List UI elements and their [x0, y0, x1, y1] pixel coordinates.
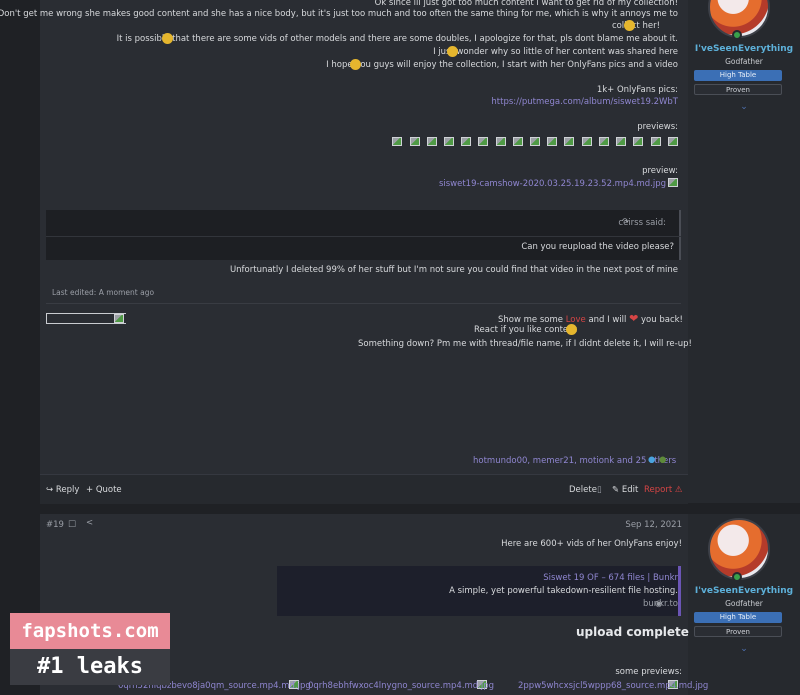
- like-reaction-icon: ●: [648, 455, 656, 465]
- reply-button[interactable]: ↪ Reply: [46, 485, 79, 495]
- preview-thumbnail-image[interactable]: [616, 137, 626, 146]
- user-badge-high-table: High Table: [694, 70, 782, 81]
- reaction-list[interactable]: hotmundo00, memer21, motionk and 25 othe…: [473, 456, 676, 466]
- watermark-tagline: #1 leaks: [10, 649, 170, 685]
- preview-label: preview:: [642, 166, 678, 176]
- watermark-logo: fapshots.com: [10, 613, 170, 649]
- preview-file-link[interactable]: 2ppw5whcxsjcl5wppp68_source.mp4.md.jpg: [518, 681, 708, 691]
- trash-icon: ▯: [597, 485, 602, 495]
- reply-label: Reply: [55, 485, 80, 495]
- post-text-line: Don't get me wrong she makes good conten…: [0, 9, 678, 19]
- user-badge-high-table: High Table: [694, 612, 782, 623]
- emoji-icon: [566, 324, 577, 335]
- reply-text: Unfortunatly I deleted 99% of her stuff …: [229, 265, 678, 275]
- preview-thumbnail-image[interactable]: [496, 137, 506, 146]
- emoji-icon: [447, 46, 458, 57]
- preview-thumbnail-image[interactable]: [599, 137, 609, 146]
- edit-label: Edit: [621, 485, 639, 495]
- preview-thumbnail-image[interactable]: [633, 137, 643, 146]
- emoji-icon: [624, 20, 635, 31]
- preview-thumbnail-image[interactable]: [392, 137, 402, 146]
- preview-thumbnail-image[interactable]: [478, 137, 488, 146]
- reaction-icon: ●: [659, 455, 667, 465]
- preview-thumbnail-image[interactable]: [410, 137, 420, 146]
- user-title: Godfather: [725, 599, 763, 608]
- report-button[interactable]: Report ⚠: [644, 485, 683, 495]
- post-text-line: I just wonder why so little of her conte…: [433, 47, 678, 57]
- preview-thumbnail-image[interactable]: [547, 137, 557, 146]
- quote-block: [46, 210, 681, 260]
- post-text-line: Ok since ill just got too much content i…: [374, 0, 678, 8]
- embed-description: A simple, yet powerful takedown-resilien…: [449, 586, 678, 596]
- post-number[interactable]: #19: [46, 520, 64, 530]
- heart-icon: ❤: [629, 312, 639, 325]
- bookmark-icon[interactable]: □: [68, 519, 76, 529]
- quote-text: Can you reupload the video please?: [521, 242, 674, 252]
- post-text-line: It is possible that there are some vids …: [116, 34, 678, 44]
- emoji-icon: [162, 33, 173, 44]
- preview-thumbnail-image[interactable]: [530, 137, 540, 146]
- share-icon[interactable]: <: [86, 518, 93, 528]
- preview-thumbnail-image[interactable]: [582, 137, 592, 146]
- image-icon: [668, 178, 678, 187]
- quote-divider: [46, 236, 681, 237]
- signature-text: Show me some: [498, 315, 566, 325]
- chevron-down-icon[interactable]: ⌄: [688, 644, 800, 654]
- post-text-line: collect her!: [611, 21, 660, 31]
- username[interactable]: I'veSeenEverything: [688, 586, 800, 596]
- preview-thumbnail-image[interactable]: [444, 137, 454, 146]
- preview-thumbnail-image[interactable]: [513, 137, 523, 146]
- reply-icon: ↪: [46, 485, 56, 495]
- signature-text: and I will: [585, 315, 630, 325]
- image-icon: [114, 314, 124, 323]
- pics-label: 1k+ OnlyFans pics:: [596, 85, 678, 95]
- section-heading: upload complete: [576, 625, 689, 639]
- signature-line-3: Something down? Pm me with thread/file n…: [358, 339, 692, 349]
- preview-thumbnail-image[interactable]: [651, 137, 661, 146]
- embed-title[interactable]: Siswet 19 OF – 674 files | Bunkr: [543, 573, 678, 583]
- online-status-icon: [732, 30, 742, 40]
- some-previews-label: some previews:: [615, 667, 682, 677]
- previews-label: previews:: [637, 122, 678, 132]
- signature-line-1: Show me some Love and I will ❤ you back!: [498, 312, 683, 325]
- post-intro: Here are 600+ vids of her OnlyFans enjoy…: [501, 539, 682, 549]
- report-label: Report: [644, 485, 673, 495]
- user-badge-proven: Proven: [694, 84, 782, 95]
- preview-thumbnail-image[interactable]: [668, 137, 678, 146]
- signature-divider: [46, 303, 681, 304]
- user-badge-proven: Proven: [694, 626, 782, 637]
- preview-file-link[interactable]: siswet19-camshow-2020.03.25.19.23.52.mp4…: [439, 179, 666, 189]
- preview-thumbnail-image[interactable]: [461, 137, 471, 146]
- arrow-up-icon[interactable]: ↷: [622, 217, 629, 227]
- site-favicon-icon: ◉: [655, 599, 663, 609]
- user-sidebar: I'veSeenEverything Godfather High Table …: [688, 0, 800, 503]
- post-date[interactable]: Sep 12, 2021: [625, 520, 682, 530]
- username[interactable]: I'veSeenEverything: [688, 44, 800, 54]
- preview-thumbnail-image[interactable]: [564, 137, 574, 146]
- chevron-down-icon[interactable]: ⌄: [688, 102, 800, 112]
- user-title: Godfather: [725, 57, 763, 66]
- signature-line-2: React if you like content: [474, 325, 577, 335]
- report-icon: ⚠: [672, 485, 683, 495]
- online-status-icon: [732, 572, 742, 582]
- avatar[interactable]: [708, 518, 770, 580]
- pics-link[interactable]: https://putmega.com/album/siswet19.2WbT: [491, 97, 678, 107]
- last-edited: Last edited: A moment ago: [52, 288, 155, 297]
- delete-button[interactable]: Delete: [569, 485, 597, 495]
- edit-button[interactable]: ✎ Edit: [612, 485, 638, 495]
- emoji-icon: [350, 59, 361, 70]
- signature-text: you back!: [638, 315, 683, 325]
- quote-button[interactable]: + Quote: [86, 485, 122, 495]
- preview-thumbnail-image[interactable]: [427, 137, 437, 146]
- pencil-icon: ✎: [612, 485, 622, 495]
- page: I'veSeenEverything Godfather High Table …: [0, 0, 800, 695]
- preview-file-link[interactable]: 0qrh8ebhfwxoc4lnygno_source.mp4.md.jpg: [308, 681, 494, 691]
- user-sidebar-2: I'veSeenEverything Godfather High Table …: [688, 514, 800, 695]
- post-text-line: I hope you guys will enjoy the collectio…: [326, 60, 678, 70]
